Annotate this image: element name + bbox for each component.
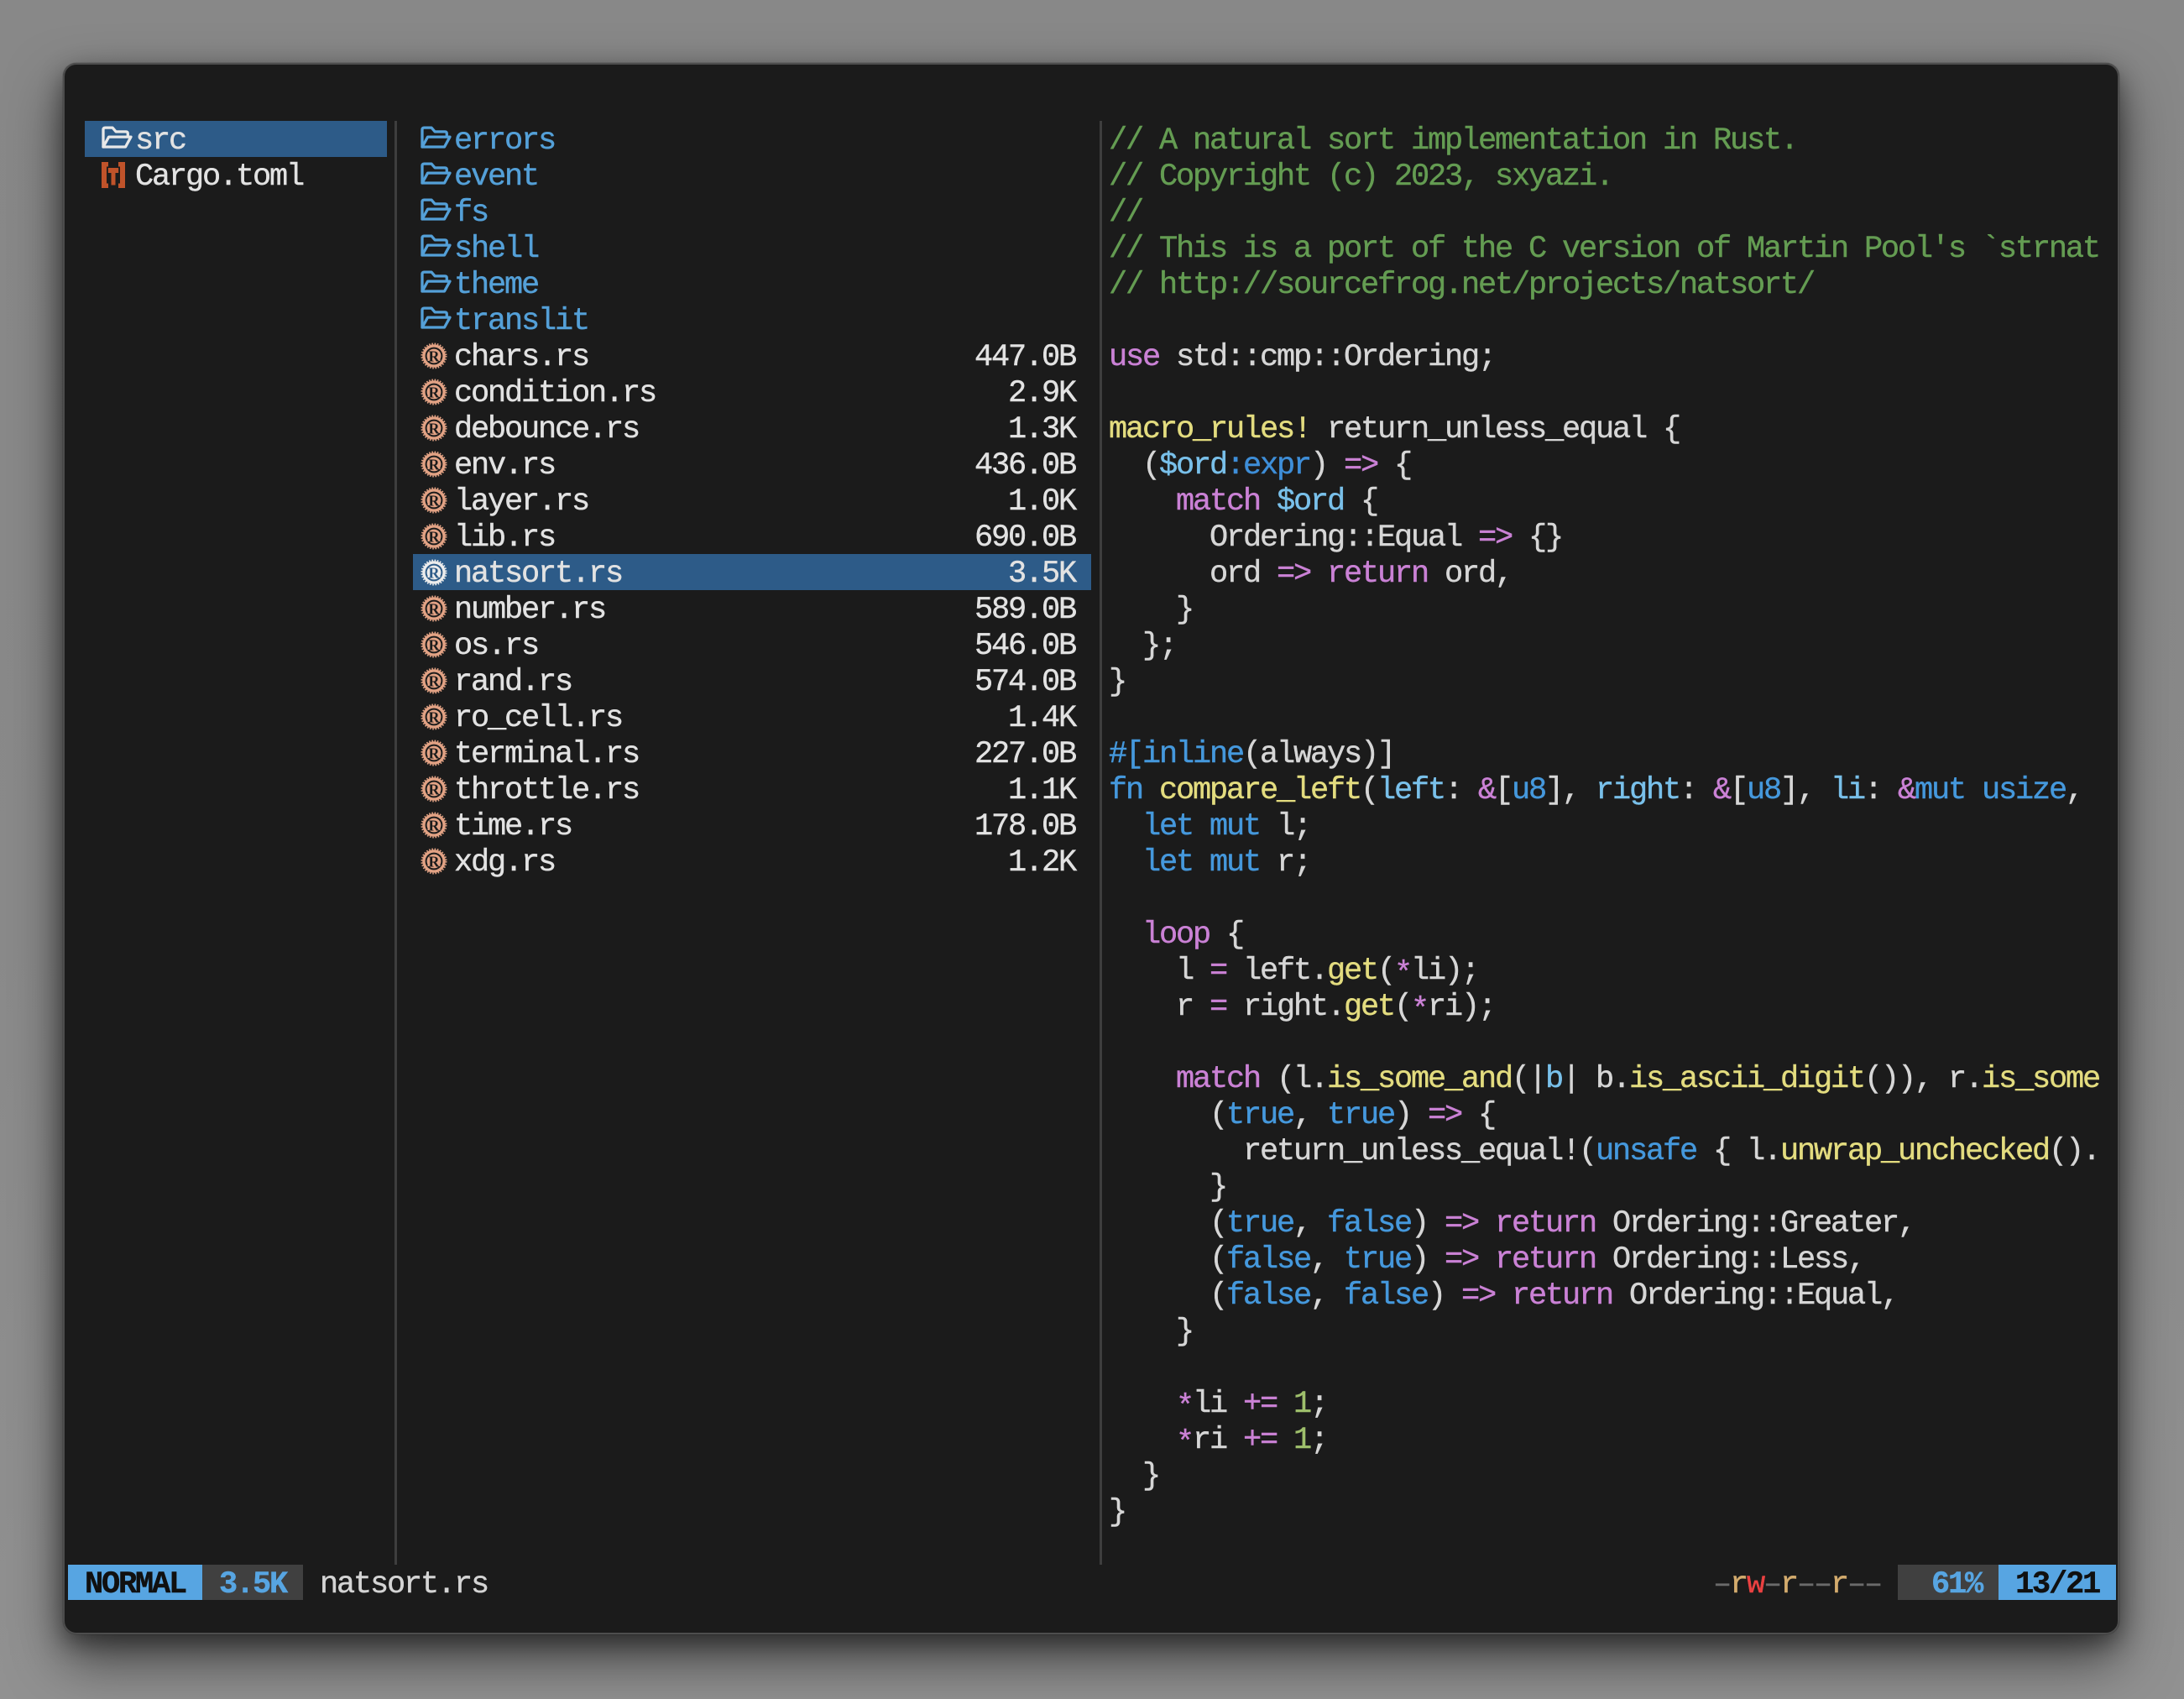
svg-text:R: R (429, 420, 441, 437)
svg-text:R: R (429, 853, 441, 870)
svg-text:R: R (429, 384, 441, 400)
svg-text:R: R (429, 528, 441, 545)
svg-text:R: R (429, 745, 441, 761)
svg-text:R: R (429, 600, 441, 617)
svg-text:R: R (429, 564, 441, 581)
svg-text:R: R (429, 672, 441, 689)
svg-text:R: R (429, 456, 441, 473)
svg-text:R: R (429, 708, 441, 725)
svg-text:R: R (429, 492, 441, 509)
svg-text:R: R (429, 817, 441, 834)
svg-text:R: R (429, 348, 441, 364)
svg-text:R: R (429, 781, 441, 797)
svg-text:R: R (429, 636, 441, 653)
